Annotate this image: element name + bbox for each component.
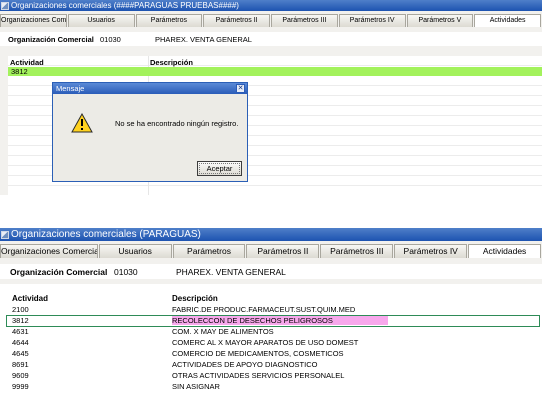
tab-usuarios[interactable]: Usuarios <box>67 14 135 27</box>
activity-description: SIN ASIGNAR <box>172 382 220 391</box>
tab-parametros[interactable]: Parámetros <box>135 14 203 27</box>
activity-code: 2100 <box>12 305 29 314</box>
tab-organizaciones-comerciales[interactable]: Organizaciones Comerciales <box>0 14 67 27</box>
activity-description: FABRIC.DE PRODUC.FARMACEUT.SUST.QUIM.MED <box>172 305 356 314</box>
selected-row[interactable]: 3812 <box>8 67 542 76</box>
activity-code: 9999 <box>12 382 29 391</box>
table-row[interactable]: 9609 OTRAS ACTIVIDADES SERVICIOS PERSONA… <box>0 371 542 382</box>
activity-description: COMERCIO DE MEDICAMENTOS, COSMETICOS <box>172 349 344 358</box>
tab-parametros[interactable]: Parámetros <box>172 244 246 258</box>
app-icon <box>1 230 9 239</box>
tab-organizaciones-comerciales[interactable]: Organizaciones Comerciales <box>0 244 98 258</box>
org-field-row: Organización Comercial 01030 PHAREX. VEN… <box>0 264 542 279</box>
org-field-row: Organización Comercial 01030 PHAREX. VEN… <box>0 32 542 46</box>
table-row[interactable]: 8691 ACTIVIDADES DE APOYO DIAGNOSTICO <box>0 360 542 371</box>
org-name-field: PHAREX. VENTA GENERAL <box>176 266 286 277</box>
tab-parametros-iv[interactable]: Parámetros IV <box>338 14 406 27</box>
top-tab-bar: Organizaciones Comerciales Usuarios Pará… <box>0 14 542 27</box>
bottom-window-title: Organizaciones comerciales (PARAGUAS) <box>11 229 201 240</box>
tab-parametros-ii[interactable]: Parámetros II <box>203 14 270 27</box>
activity-description: OTRAS ACTIVIDADES SERVICIOS PERSONALEL <box>172 371 345 380</box>
activity-code: 4644 <box>12 338 29 347</box>
app-icon <box>1 1 9 10</box>
tab-parametros-iii[interactable]: Parámetros III <box>271 14 338 27</box>
tab-parametros-iii[interactable]: Parámetros III <box>320 244 394 258</box>
activity-code: 4631 <box>12 327 29 336</box>
tab-actividades[interactable]: Actividades <box>468 244 542 258</box>
tab-actividades[interactable]: Actividades <box>474 14 541 27</box>
activity-description: COMERC AL X MAYOR APARATOS DE USO DOMEST <box>172 338 359 347</box>
activity-description: ACTIVIDADES DE APOYO DIAGNOSTICO <box>172 360 318 369</box>
org-label: Organización Comercial <box>10 266 108 277</box>
org-code-field[interactable]: 01030 <box>100 35 121 44</box>
activity-code: 4645 <box>12 349 29 358</box>
bottom-title-bar: Organizaciones comerciales (PARAGUAS) <box>0 228 542 241</box>
table-row[interactable]: 9999 SIN ASIGNAR <box>0 382 542 393</box>
message-dialog: Mensaje ✕ No se ha encontrado ningún reg… <box>52 82 248 182</box>
top-window: Organizaciones comerciales (####PARAGUAS… <box>0 0 542 195</box>
dialog-title: Mensaje <box>56 84 85 93</box>
activity-code: 8691 <box>12 360 29 369</box>
bottom-window: Organizaciones comerciales (PARAGUAS) Or… <box>0 228 542 400</box>
dialog-title-bar: Mensaje ✕ <box>53 83 247 94</box>
table-row[interactable]: 4645 COMERCIO DE MEDICAMENTOS, COSMETICO… <box>0 349 542 360</box>
top-window-title: Organizaciones comerciales (####PARAGUAS… <box>11 1 239 10</box>
tab-usuarios[interactable]: Usuarios <box>98 244 172 258</box>
table-row[interactable]: 3812 RECOLECCON DE DESECHOS PELIGROSOS <box>0 316 542 327</box>
tab-parametros-ii[interactable]: Parámetros II <box>246 244 320 258</box>
table-row[interactable]: 4631 COM. X MAY DE ALIMENTOS <box>0 327 542 338</box>
activity-code: 3812 <box>12 316 29 325</box>
org-code-field[interactable]: 01030 <box>114 267 138 277</box>
warning-icon <box>71 113 93 133</box>
accept-button[interactable]: Aceptar <box>197 161 242 176</box>
activity-description: RECOLECCON DE DESECHOS PELIGROSOS <box>172 316 388 325</box>
table-row[interactable]: 4644 COMERC AL X MAYOR APARATOS DE USO D… <box>0 338 542 349</box>
col-actividad-header: Actividad <box>10 58 44 67</box>
dialog-message: No se ha encontrado ningún registro. <box>115 119 239 128</box>
activity-description: COM. X MAY DE ALIMENTOS <box>172 327 274 336</box>
activity-code: 9609 <box>12 371 29 380</box>
col-descripcion-header: Descripción <box>150 58 193 67</box>
close-icon[interactable]: ✕ <box>236 84 245 93</box>
org-name-field: PHAREX. VENTA GENERAL <box>155 34 252 44</box>
tab-parametros-iv[interactable]: Parámetros IV <box>394 244 468 258</box>
col-descripcion-header: Descripción <box>172 294 218 303</box>
tab-parametros-v[interactable]: Parámetros V <box>406 14 474 27</box>
col-actividad-header: Actividad <box>12 294 49 303</box>
top-title-bar: Organizaciones comerciales (####PARAGUAS… <box>0 0 542 11</box>
bottom-tab-bar: Organizaciones Comerciales Usuarios Pará… <box>0 244 542 258</box>
org-label: Organización Comercial <box>8 34 94 44</box>
selected-activity-code: 3812 <box>11 67 28 76</box>
